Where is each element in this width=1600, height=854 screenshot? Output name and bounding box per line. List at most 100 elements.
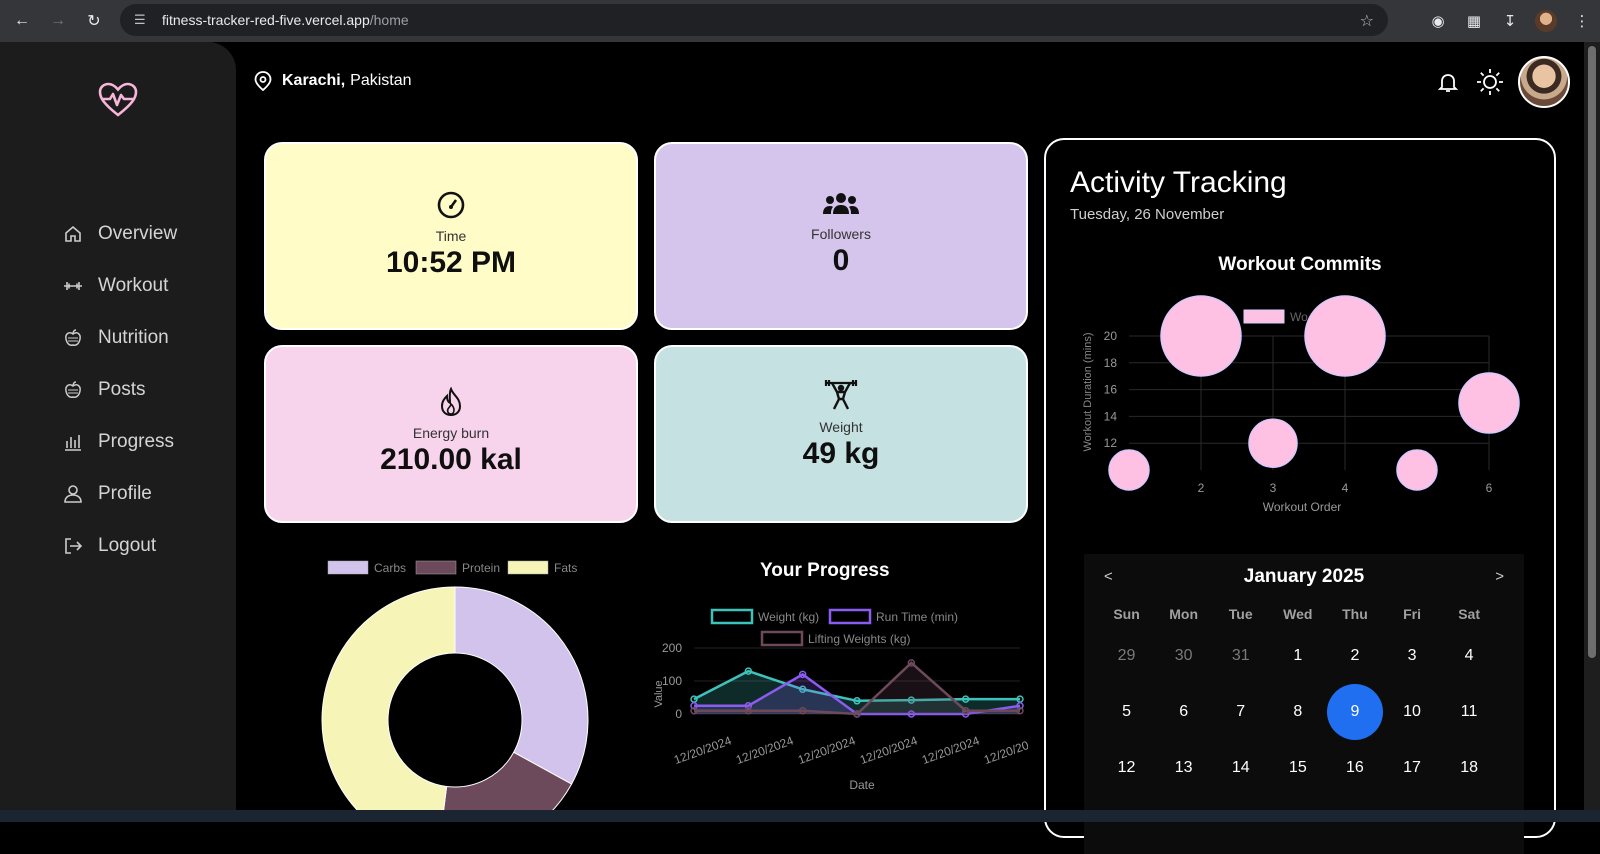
- calendar-day[interactable]: 10: [1383, 684, 1440, 740]
- x-tick-label: 12/20/2024: [734, 733, 796, 767]
- calendar-day[interactable]: 5: [1098, 684, 1155, 740]
- activity-title: Activity Tracking: [1070, 166, 1287, 199]
- browser-toolbar: ← → ↻ ☰ fitness-tracker-red-five.vercel.…: [0, 0, 1600, 42]
- weekday-header: Wed: [1283, 606, 1313, 622]
- x-tick-label: 12/20/2024: [672, 733, 734, 767]
- donut-slice: [321, 586, 456, 822]
- legend-label: Carbs: [374, 561, 406, 575]
- x-tick-label: 6: [1486, 481, 1493, 495]
- calendar-day[interactable]: 31: [1212, 628, 1269, 684]
- bubble-point: [1108, 449, 1150, 491]
- dumbbell-icon: [62, 275, 84, 297]
- gauge-icon: [266, 190, 636, 220]
- weight-label: Weight: [819, 419, 863, 435]
- page-scrollbar[interactable]: [1584, 42, 1600, 810]
- address-bar[interactable]: ☰ fitness-tracker-red-five.vercel.app/ho…: [120, 4, 1388, 36]
- followers-card: Followers 0: [654, 142, 1028, 330]
- sidebar-item-label: Workout: [98, 275, 169, 296]
- sidebar-menu: Overview Workout Nutrition Posts Progres…: [62, 208, 177, 572]
- url-text[interactable]: fitness-tracker-red-five.vercel.app/home: [162, 12, 409, 28]
- calendar-grid: Sun Mon Tue Wed Thu Fri Sat 29 30 31 1 2 3 4 5 6 7 8 9 10 11…: [1098, 600, 1498, 796]
- os-taskbar: [0, 810, 1600, 822]
- followers-value: 0: [832, 244, 850, 277]
- sidebar-item-label: Posts: [98, 379, 146, 400]
- calendar-day[interactable]: 29: [1098, 628, 1155, 684]
- calendar-day[interactable]: 6: [1155, 684, 1212, 740]
- profile-avatar[interactable]: [1528, 3, 1564, 39]
- energy-label: Energy burn: [412, 425, 490, 441]
- sidebar-item-workout[interactable]: Workout: [62, 260, 177, 312]
- scrollbar-thumb[interactable]: [1588, 46, 1596, 658]
- sidebar-item-logout[interactable]: Logout: [62, 520, 177, 572]
- weekday-header: Tue: [1228, 606, 1253, 622]
- legend-label: Wo: [1290, 310, 1308, 324]
- weightlifter-icon: [656, 379, 1026, 411]
- bookmark-star-icon[interactable]: ☆: [1360, 11, 1374, 31]
- site-settings-icon[interactable]: ☰: [134, 12, 150, 28]
- calendar-day[interactable]: 13: [1155, 740, 1212, 796]
- next-month-button[interactable]: >: [1495, 568, 1504, 585]
- weight-value: 49 kg: [802, 437, 880, 470]
- bell-icon[interactable]: [1434, 68, 1462, 96]
- download-icon[interactable]: ↧: [1492, 3, 1528, 39]
- camera-icon[interactable]: ◉: [1420, 3, 1456, 39]
- donut-slice: [454, 586, 589, 785]
- calendar-day[interactable]: 3: [1383, 628, 1440, 684]
- legend-swatch: [710, 608, 754, 625]
- y-tick-label: 12: [1104, 436, 1118, 450]
- apple-icon: [62, 327, 84, 349]
- time-label: Time: [435, 228, 467, 244]
- sidebar-item-progress[interactable]: Progress: [62, 416, 177, 468]
- y-tick-label: 200: [662, 641, 682, 655]
- calendar-day[interactable]: 30: [1155, 628, 1212, 684]
- legend-label: Fats: [554, 561, 577, 575]
- calendar-day[interactable]: 7: [1212, 684, 1269, 740]
- forward-icon[interactable]: →: [40, 3, 76, 39]
- sidebar-item-nutrition[interactable]: Nutrition: [62, 312, 177, 364]
- home-icon: [62, 223, 84, 245]
- menu-kebab-icon[interactable]: ⋮: [1564, 3, 1600, 39]
- time-value: 10:52 PM: [385, 246, 517, 279]
- apple-icon: [62, 379, 84, 401]
- extensions-icon[interactable]: ▦: [1456, 3, 1492, 39]
- calendar-day[interactable]: 15: [1269, 740, 1326, 796]
- calendar-day[interactable]: 11: [1441, 684, 1498, 740]
- sidebar-item-label: Profile: [98, 483, 152, 504]
- calendar: < January 2025 > Sun Mon Tue Wed Thu Fri Sat 29…: [1084, 554, 1524, 854]
- x-tick-label: 12/20/2024: [858, 733, 920, 767]
- location-city: Karachi,: [282, 72, 346, 89]
- sun-icon[interactable]: [1476, 68, 1504, 96]
- bubble-point: [1160, 295, 1242, 377]
- map-pin-icon: [254, 71, 272, 92]
- calendar-day[interactable]: 8: [1269, 684, 1326, 740]
- weekday-header: Thu: [1342, 606, 1368, 622]
- calendar-day[interactable]: 18: [1441, 740, 1498, 796]
- legend-label: Run Time (min): [876, 610, 958, 624]
- calendar-day[interactable]: 14: [1212, 740, 1269, 796]
- y-tick-label: 14: [1104, 409, 1118, 423]
- location: Karachi, Pakistan: [252, 70, 412, 92]
- energy-burn-card: Energy burn 210.00 kal: [264, 345, 638, 523]
- location-country: Pakistan: [350, 72, 412, 89]
- heart-pulse-logo-icon[interactable]: [98, 82, 138, 118]
- reload-icon[interactable]: ↻: [76, 3, 112, 39]
- legend-swatch: [507, 560, 549, 575]
- back-icon[interactable]: ←: [4, 3, 40, 39]
- calendar-day[interactable]: 2: [1326, 628, 1383, 684]
- nutrition-donut-chart: Carbs Protein Fats: [321, 560, 589, 822]
- user-avatar[interactable]: [1518, 56, 1570, 108]
- calendar-day[interactable]: 4: [1441, 628, 1498, 684]
- calendar-day[interactable]: 16: [1326, 740, 1383, 796]
- sidebar-item-overview[interactable]: Overview: [62, 208, 177, 260]
- legend-swatch: [828, 608, 872, 625]
- calendar-day[interactable]: 9: [1326, 684, 1383, 740]
- activity-date: Tuesday, 26 November: [1070, 206, 1225, 223]
- y-tick-label: 18: [1104, 356, 1118, 370]
- sidebar-item-posts[interactable]: Posts: [62, 364, 177, 416]
- calendar-day[interactable]: 12: [1098, 740, 1155, 796]
- calendar-day[interactable]: 17: [1383, 740, 1440, 796]
- sidebar-item-label: Nutrition: [98, 327, 169, 348]
- x-tick-label: 4: [1342, 481, 1349, 495]
- sidebar-item-profile[interactable]: Profile: [62, 468, 177, 520]
- calendar-day[interactable]: 1: [1269, 628, 1326, 684]
